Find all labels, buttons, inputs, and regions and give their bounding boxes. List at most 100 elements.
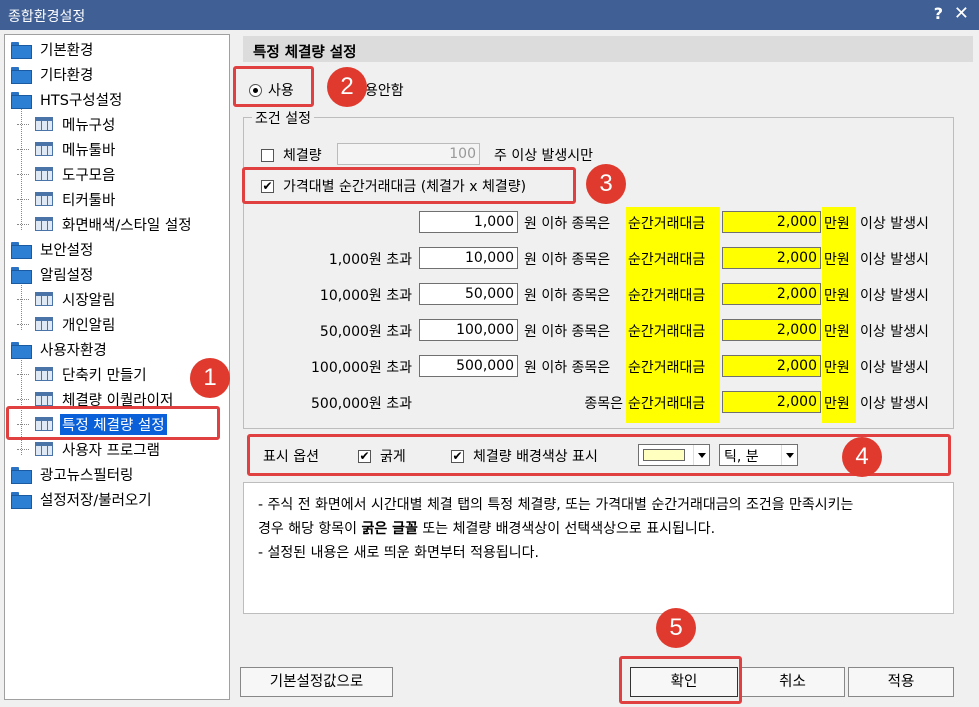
page-icon [35,167,53,181]
tree-item[interactable]: 티커툴바 [17,187,117,211]
row-keyword: 순간거래대금 [626,351,720,387]
volume-input[interactable]: 100 [337,143,480,165]
row-keyword: 순간거래대금 [626,387,720,423]
page-icon [35,142,53,156]
row-mid-text: 원 이하 종목은 [524,324,611,340]
upper-price-input[interactable]: 10,000 [419,247,518,269]
tree-item-label: 기타환경 [40,67,94,84]
tree-item[interactable]: 메뉴툴바 [17,137,117,161]
annotation-box-2 [233,66,314,107]
row-prefix: 500,000원 초과 [311,396,412,412]
tree-item[interactable]: 메뉴구성 [17,112,117,136]
row-unit: 만원 [822,207,856,243]
tree-item[interactable]: 단축키 만들기 [17,362,149,386]
tree-item-label: 메뉴구성 [62,117,116,134]
folder-icon [11,241,32,259]
row-suffix: 이상 발생시 [860,396,929,412]
tree-item-label: 개인알림 [62,317,116,334]
tree-item-label: 알림설정 [40,267,94,284]
row-keyword: 순간거래대금 [626,279,720,315]
amount-input[interactable]: 2,000 [722,247,821,269]
tree-item[interactable]: 화면배색/스타일 설정 [17,212,194,236]
upper-price-input[interactable]: 100,000 [419,319,518,341]
folder-icon [11,341,32,359]
row-unit: 만원 [822,315,856,351]
row-unit: 만원 [822,243,856,279]
help-icon[interactable]: ? [934,4,943,23]
amount-input[interactable]: 2,000 [722,319,821,341]
checkbox-icon [261,148,274,162]
tree-item[interactable]: 사용자환경 [11,337,109,361]
row-mid-text: 원 이하 종목은 [524,252,611,268]
row-suffix: 이상 발생시 [860,324,929,340]
cancel-button[interactable]: 취소 [740,667,845,697]
tree-item[interactable]: 사용자 프로그램 [17,437,162,461]
annotation-box-3 [242,167,576,204]
annotation-badge-3: 3 [586,164,626,204]
tree-item[interactable]: 기본환경 [11,37,95,61]
row-keyword: 순간거래대금 [626,315,720,351]
row-keyword: 순간거래대금 [626,243,720,279]
amount-input[interactable]: 2,000 [722,211,821,233]
tree-item[interactable]: 알림설정 [11,262,95,286]
upper-price-input[interactable]: 1,000 [419,211,518,233]
row-mid-text: 원 이하 종목은 [524,216,611,232]
upper-price-input[interactable]: 50,000 [419,283,518,305]
amount-input[interactable]: 2,000 [722,391,821,413]
tree-item[interactable]: 시장알림 [17,287,117,311]
row-prefix: 100,000원 초과 [311,360,412,376]
apply-button[interactable]: 적용 [848,667,954,697]
close-icon[interactable]: ✕ [954,3,969,24]
row-mid-text: 원 이하 종목은 [524,360,611,376]
row-unit: 만원 [822,279,856,315]
row-suffix: 이상 발생시 [860,252,929,268]
row-mid-text: 종목은 [584,396,623,412]
tree-item[interactable]: 도구모음 [17,162,117,186]
tree-item-label: 시장알림 [62,292,116,309]
volume-label: 체결량 [283,148,322,164]
tree-item-label: 설정저장/불러오기 [40,492,152,509]
note-line-1: - 주식 전 화면에서 시간대별 체결 탭의 특정 체결량, 또는 가격대별 순… [258,497,854,513]
window-title: 종합환경설정 [8,9,86,25]
amount-input[interactable]: 2,000 [722,283,821,305]
panel-header: 특정 체결량 설정 [243,36,973,62]
folder-icon [11,66,32,84]
row-unit: 만원 [822,387,856,423]
tree-item[interactable]: 기타환경 [11,62,95,86]
page-icon [35,217,53,231]
page-icon [35,442,53,456]
title-bar: 종합환경설정 ? ✕ [0,0,979,30]
folder-icon [11,266,32,284]
amount-input[interactable]: 2,000 [722,355,821,377]
row-keyword: 순간거래대금 [626,207,720,243]
annotation-badge-1: 1 [190,358,230,398]
page-icon [35,117,53,131]
tree-item-label: 사용자 프로그램 [62,442,160,459]
tree-item[interactable]: 설정저장/불러오기 [11,487,154,511]
tree-item[interactable]: HTS구성설정 [11,87,124,111]
tree-item-label: 도구모음 [62,167,116,184]
annotation-box-5 [619,656,742,704]
upper-price-input[interactable]: 500,000 [419,355,518,377]
tree-item-label: 광고뉴스필터링 [40,467,134,484]
volume-checkbox[interactable]: 체결량 [261,145,322,165]
annotation-badge-2: 2 [327,67,367,107]
folder-icon [11,466,32,484]
nouse-label[interactable]: 용안함 [365,80,404,100]
row-suffix: 이상 발생시 [860,360,929,376]
tree-item-label: 단축키 만들기 [62,367,147,384]
annotation-badge-5: 5 [656,608,696,648]
row-suffix: 이상 발생시 [860,216,929,232]
tree-item[interactable]: 개인알림 [17,312,117,336]
tree-item[interactable]: 보안설정 [11,237,95,261]
folder-icon [11,91,32,109]
tree-item[interactable]: 광고뉴스필터링 [11,462,135,486]
row-prefix: 50,000원 초과 [319,324,412,340]
note-line-2: 경우 해당 항목이 굵은 글꼴 또는 체결량 배경색상이 선택색상으로 표시됩니… [258,521,716,537]
defaults-button[interactable]: 기본설정값으로 [240,667,393,697]
tree-item-label: 기본환경 [40,42,94,59]
annotation-badge-4: 4 [842,437,882,477]
page-icon [35,292,53,306]
tree-item-label: HTS구성설정 [40,92,123,109]
page-icon [35,317,53,331]
